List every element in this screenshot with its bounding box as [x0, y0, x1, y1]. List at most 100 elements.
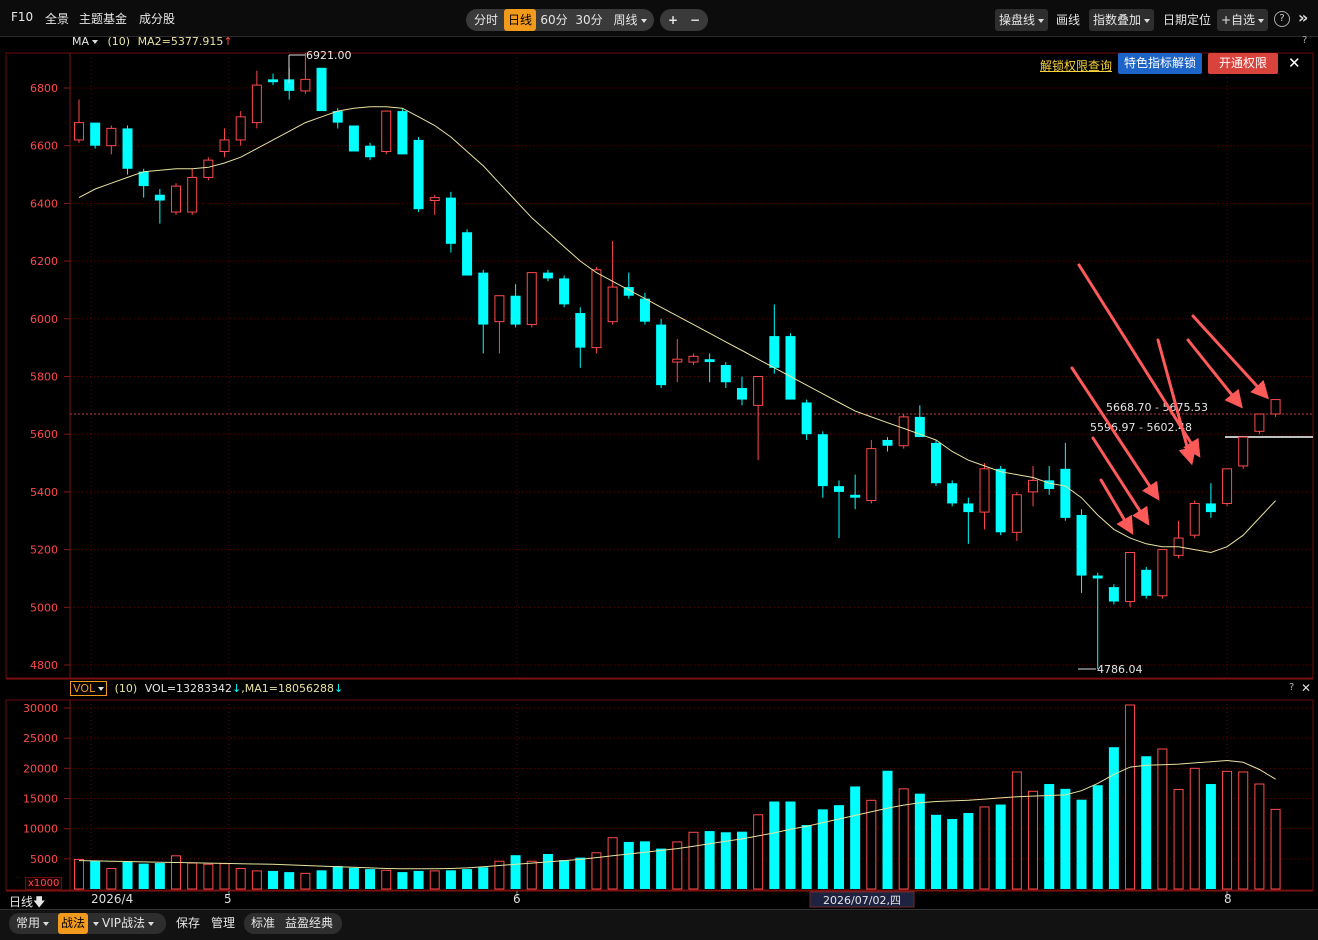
candle-body-down — [138, 171, 149, 187]
feature-unlock-button[interactable]: 特色指标解锁 — [1118, 53, 1202, 74]
vol-help-icon[interactable]: ? — [1289, 682, 1294, 693]
candle-body-up — [494, 295, 505, 323]
volume-bars — [74, 704, 1281, 890]
candle-body-down — [1141, 569, 1152, 596]
down-arrow-icon: 🡇 — [33, 895, 46, 909]
candle-body-up — [1238, 436, 1249, 467]
zoom-out-button[interactable]: − — [686, 9, 704, 31]
y-tick-label: 6400 — [30, 197, 58, 210]
draw-line-button[interactable]: 画线 — [1056, 9, 1080, 31]
candle-body-down — [882, 439, 893, 446]
kline-chart[interactable]: 4800 5000 5200 5400 5600 5800 6000 6200 6400 6600… — [0, 36, 1318, 909]
y-tick-label: 5000 — [30, 601, 58, 614]
f10-link[interactable]: F10 — [11, 10, 33, 24]
collapse-icon[interactable]: » — [1298, 8, 1308, 27]
candle-body-up — [171, 185, 182, 213]
volume-bar-down — [1141, 756, 1152, 889]
period-30min[interactable]: 30分 — [572, 9, 606, 31]
y-tick-label: 4800 — [30, 659, 58, 672]
add-watchlist-dropdown[interactable]: +自选 — [1217, 9, 1269, 31]
vol-y-tick-label: 15000 — [23, 793, 58, 806]
date-locate-button[interactable]: 日期定位 — [1163, 9, 1211, 31]
volume-bar-down — [769, 801, 780, 889]
period-daily[interactable]: 日线 — [504, 9, 536, 31]
y-tick-label: 6200 — [30, 255, 58, 268]
volume-bar-up — [753, 814, 764, 890]
unlock-query-link[interactable]: 解锁权限查询 — [1040, 57, 1112, 74]
volume-bar-down — [963, 812, 974, 889]
period-intraday[interactable]: 分时 — [470, 9, 502, 31]
tab-common[interactable]: 常用 — [16, 913, 50, 934]
chevron-down-icon — [93, 921, 99, 926]
panel-line-dropdown[interactable]: 操盘线 — [995, 9, 1049, 31]
ma-param: (10) — [107, 35, 131, 48]
vol-value: VOL=13283342 — [144, 682, 233, 695]
tab-vip-strategy[interactable]: VIP战法 — [90, 913, 154, 934]
mode-classic[interactable]: 益盈经典 — [285, 913, 333, 934]
index-overlay-dropdown[interactable]: 指数叠加 — [1089, 9, 1155, 31]
candle-body-down — [656, 324, 667, 386]
volume-bar-down — [623, 841, 634, 889]
nav-constituents[interactable]: 成分股 — [139, 10, 175, 27]
main-indicator-header: MA (10) MA2=5377.915↑ — [72, 35, 233, 48]
y-tick-label: 5200 — [30, 544, 58, 557]
help-icon[interactable]: ? — [1274, 11, 1290, 27]
high-price-label: 6921.00 — [306, 49, 352, 62]
date-label-may: 5 — [224, 892, 232, 906]
volume-bar-down — [138, 863, 149, 889]
arrow-6 — [1186, 338, 1243, 409]
vol-y-tick-label: 30000 — [23, 702, 58, 715]
vol-trend-arrow: ↓ — [232, 682, 242, 695]
volume-bar-down — [478, 867, 489, 889]
candle-body-up — [74, 122, 84, 141]
candle-body-down — [559, 278, 570, 305]
range-label-lower: 5596.97 - 5602.48 — [1090, 421, 1192, 434]
candle-body-down — [1108, 587, 1119, 602]
period-60min[interactable]: 60分 — [538, 9, 570, 31]
candles — [74, 53, 1281, 670]
nav-theme-fund[interactable]: 主题基金 — [79, 10, 127, 27]
chevron-down-icon — [1258, 18, 1265, 23]
ma-trend-arrow: ↑ — [223, 35, 233, 48]
candle-body-down — [1205, 503, 1216, 513]
zoom-in-button[interactable]: + — [664, 9, 682, 31]
ma-indicator-dropdown[interactable]: MA — [72, 35, 99, 48]
volume-bar-up — [429, 870, 440, 890]
manage-button[interactable]: 管理 — [211, 913, 235, 934]
volume-bar-up — [898, 788, 909, 890]
tab-strategy[interactable]: 战法 — [58, 913, 89, 934]
volume-bar-down — [1108, 747, 1119, 889]
volume-bar-down — [801, 825, 812, 889]
volume-bar-up — [74, 858, 84, 890]
add-watchlist-label: +自选 — [1221, 13, 1256, 27]
volume-bar-up — [1125, 704, 1136, 890]
candle-body-up — [381, 110, 392, 152]
chevron-down-icon — [98, 687, 105, 691]
candle-body-down — [720, 364, 731, 383]
candle-body-down — [639, 298, 650, 322]
candle-body-up — [1270, 399, 1281, 415]
volume-bar-down — [316, 870, 327, 889]
volume-bar-up — [526, 860, 537, 890]
vol-close-icon[interactable]: ✕ — [1301, 681, 1311, 695]
nav-overview[interactable]: 全景 — [45, 10, 69, 27]
open-permission-button[interactable]: 开通权限 — [1208, 53, 1278, 74]
close-promo-icon[interactable]: ✕ — [1288, 54, 1301, 72]
period-weekly[interactable]: 周线 — [608, 9, 652, 31]
volume-bar-down — [1092, 785, 1103, 889]
vol-indicator-dropdown[interactable]: VOL — [70, 681, 108, 696]
candle-body-up — [1189, 502, 1200, 536]
candle-body-up — [688, 355, 699, 363]
candle-body-down — [268, 79, 279, 83]
save-button[interactable]: 保存 — [176, 913, 200, 934]
tab-common-label: 常用 — [16, 916, 41, 930]
low-price-label: 4786.04 — [1097, 663, 1143, 676]
date-label-apr: 2026/4 — [91, 892, 133, 906]
mode-standard[interactable]: 标准 — [251, 913, 275, 934]
main-help-icon[interactable]: ? — [1302, 35, 1307, 46]
tab-vip-strategy-label: VIP战法 — [102, 916, 145, 930]
volume-bar-down — [1205, 784, 1216, 889]
volume-bar-up — [251, 870, 262, 890]
arrow-7 — [1191, 314, 1270, 400]
candle-body-down — [801, 402, 812, 435]
